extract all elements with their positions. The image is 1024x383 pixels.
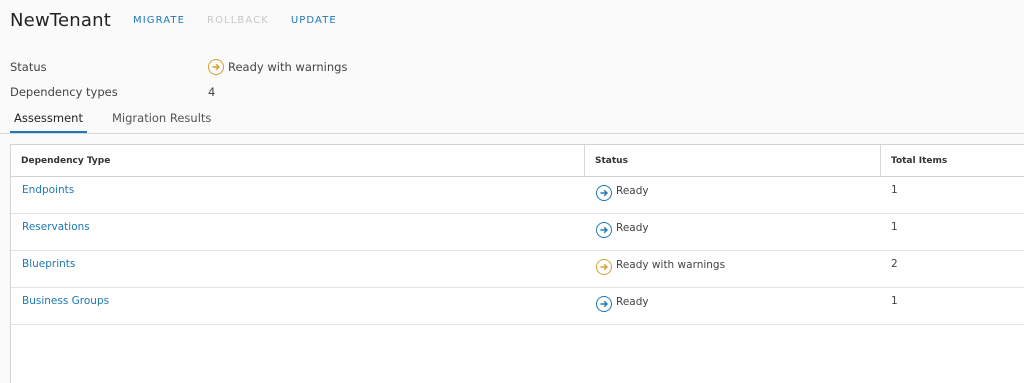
total-items-cell: 1 — [891, 221, 898, 233]
table-row: Blueprints Ready with warnings 2 — [11, 251, 1024, 288]
total-items-cell: 1 — [891, 184, 898, 196]
page: NewTenant MIGRATE ROLLBACK UPDATE Status… — [0, 0, 1024, 383]
grid-header: Dependency Type Status Total Items — [11, 145, 1024, 177]
arrow-circle-right-warning-icon — [208, 59, 224, 75]
table-row: Business Groups Ready 1 — [11, 288, 1024, 325]
status-cell: Ready — [584, 288, 649, 325]
tab-assessment[interactable]: Assessment — [10, 111, 87, 133]
status-cell: Ready — [584, 214, 649, 251]
status-text: Ready — [616, 222, 649, 234]
status-text: Ready — [616, 296, 649, 308]
dependency-link[interactable]: Blueprints — [11, 251, 75, 288]
header: NewTenant MIGRATE ROLLBACK UPDATE — [10, 8, 359, 32]
column-header-dependency-type[interactable]: Dependency Type — [11, 145, 584, 176]
table-row: Endpoints Ready 1 — [11, 177, 1024, 214]
table-row: Reservations Ready 1 — [11, 214, 1024, 251]
tab-bar: Assessment Migration Results — [0, 108, 1024, 134]
column-header-status[interactable]: Status — [584, 145, 880, 176]
arrow-circle-right-icon — [596, 222, 612, 238]
dependency-types-value: 4 — [208, 85, 216, 99]
status-text: Ready with warnings — [616, 259, 726, 271]
status-value-text: Ready with warnings — [228, 60, 348, 74]
status-text: Ready — [616, 185, 649, 197]
dependency-link[interactable]: Business Groups — [11, 288, 109, 325]
status-row: Status Ready with warnings — [10, 59, 347, 75]
arrow-circle-right-warning-icon — [596, 259, 612, 275]
column-header-total-items[interactable]: Total Items — [880, 145, 1024, 176]
total-items-cell: 1 — [891, 295, 898, 307]
arrow-circle-right-icon — [596, 296, 612, 312]
migrate-button[interactable]: MIGRATE — [133, 15, 185, 26]
status-cell: Ready — [584, 177, 649, 214]
dependency-link[interactable]: Endpoints — [11, 177, 74, 214]
update-button[interactable]: UPDATE — [291, 15, 337, 26]
dependency-types-label: Dependency types — [10, 85, 118, 99]
total-items-cell: 2 — [891, 258, 898, 270]
dependency-link[interactable]: Reservations — [11, 214, 90, 251]
tab-migration-results[interactable]: Migration Results — [112, 111, 211, 133]
status-value: Ready with warnings — [208, 59, 347, 75]
rollback-button: ROLLBACK — [207, 14, 269, 26]
status-cell: Ready with warnings — [584, 251, 725, 288]
arrow-circle-right-icon — [596, 185, 612, 201]
page-title: NewTenant — [10, 9, 111, 31]
dependency-grid: Dependency Type Status Total Items Endpo… — [10, 144, 1024, 383]
dependency-types-row: Dependency types 4 — [10, 85, 215, 99]
status-label: Status — [10, 60, 47, 74]
